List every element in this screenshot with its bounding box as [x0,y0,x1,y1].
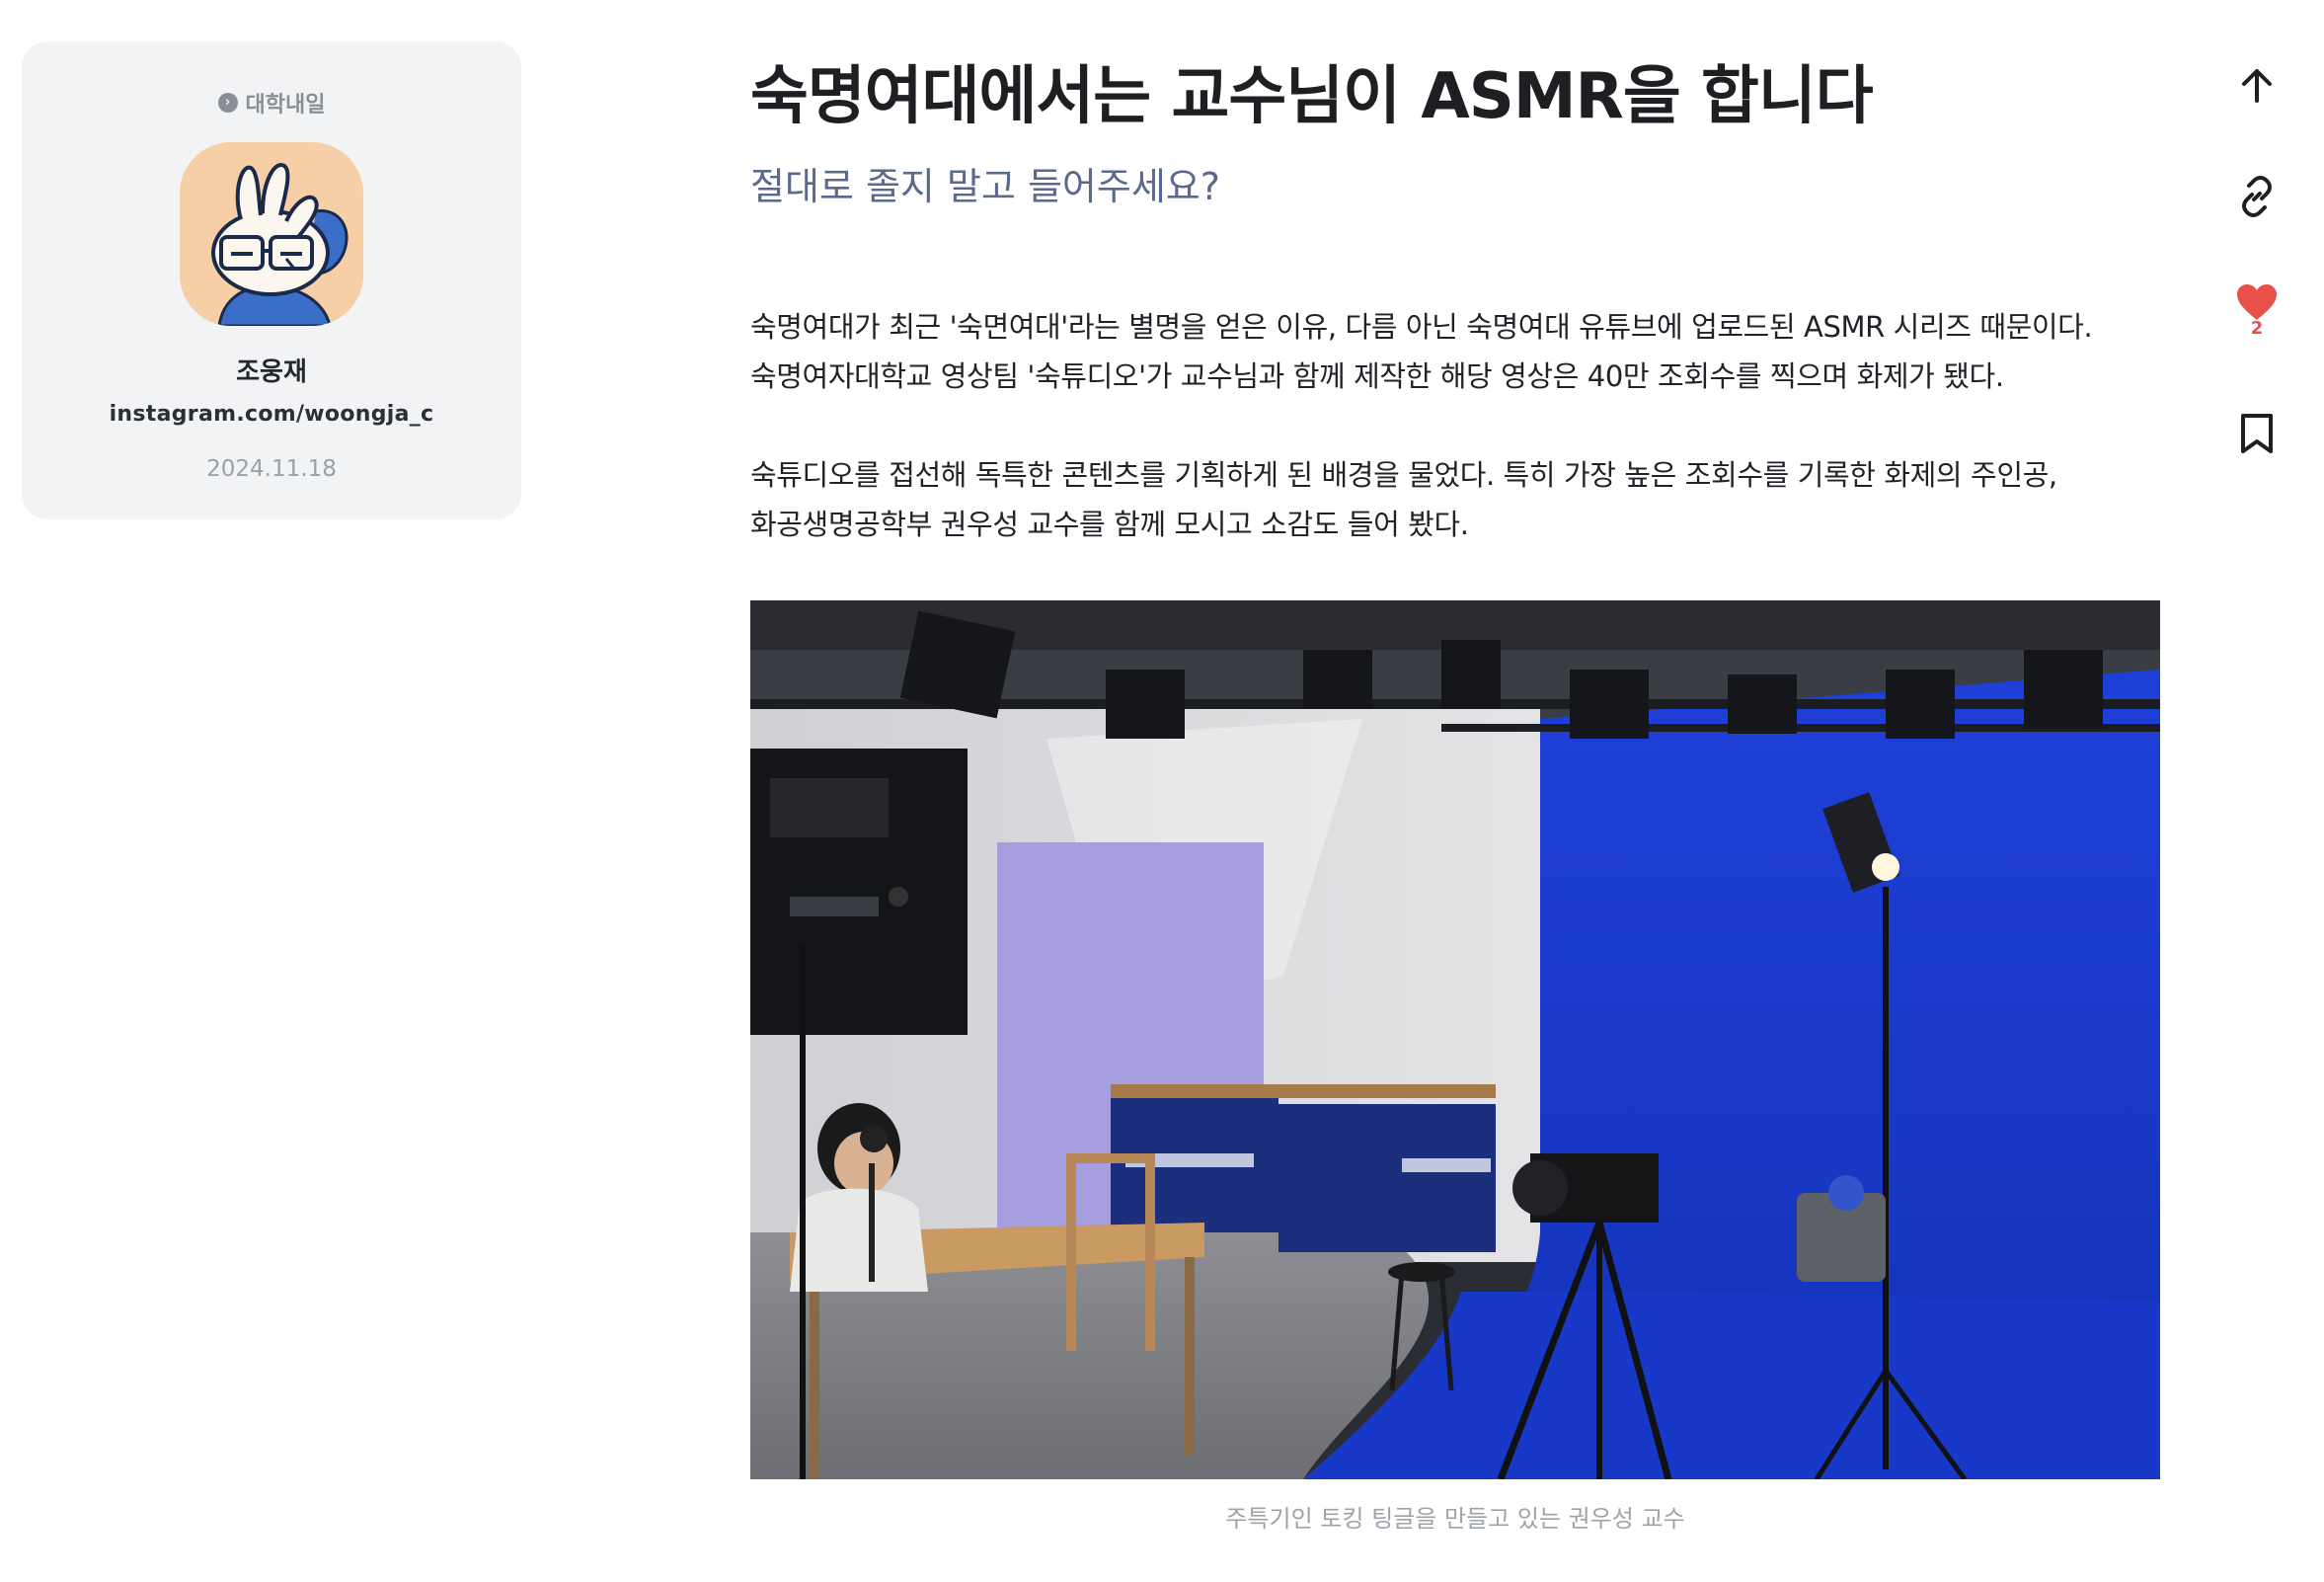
article-title: 숙명여대에서는 교수님이 ASMR을 합니다 [750,60,1874,133]
bookmark-icon [2241,414,2273,453]
channel-link[interactable]: › 대학내일 [217,87,326,119]
author-instagram-link[interactable]: instagram.com/woongja_c [110,402,434,427]
bookmark-button[interactable] [2221,398,2292,469]
article-subtitle: 절대로 졸지 말고 들어주세요? [750,165,1220,208]
arrow-up-icon [2242,69,2272,103]
scroll-to-top-button[interactable] [2221,49,2292,120]
channel-name: 대학내일 [245,93,326,118]
author-card: › 대학내일 조웅재 instagram.com/woongja_c 2024.… [22,41,521,519]
article-paragraph: 숙튜디오를 접선해 독특한 콘텐츠를 기획하게 된 배경을 물었다. 특히 가장… [750,450,2172,549]
avatar[interactable] [180,142,363,326]
chevron-right-icon: › [217,93,238,113]
copy-link-button[interactable] [2221,161,2292,232]
photo-caption: 주특기인 토킹 팅글을 만들고 있는 권우성 교수 [1225,1505,1685,1533]
like-button[interactable]: 2 [2221,275,2292,346]
paragraph-line: 숙명여자대학교 영상팀 '숙튜디오'가 교수님과 함께 제작한 해당 영상은 4… [750,359,2004,393]
article-paragraph: 숙명여대가 최근 '숙면여대'라는 별명을 얻은 이유, 다름 아닌 숙명여대 … [750,302,2172,401]
paragraph-line: 숙튜디오를 접선해 독특한 콘텐츠를 기획하게 된 배경을 물었다. 특히 가장… [750,458,2057,492]
paragraph-line: 숙명여대가 최근 '숙면여대'라는 별명을 얻은 이유, 다름 아닌 숙명여대 … [750,310,2093,344]
paragraph-line: 화공생명공학부 권우성 교수를 함께 모시고 소감도 들어 봤다. [750,508,1469,541]
avatar-illustration [180,142,363,326]
like-count: 2 [2250,317,2264,339]
link-icon [2242,176,2272,217]
post-date: 2024.11.18 [206,456,337,482]
author-name: 조웅재 [236,357,307,387]
article-photo [750,600,2160,1479]
heart-icon [2237,283,2277,320]
studio-photo-illustration [750,600,2160,1479]
